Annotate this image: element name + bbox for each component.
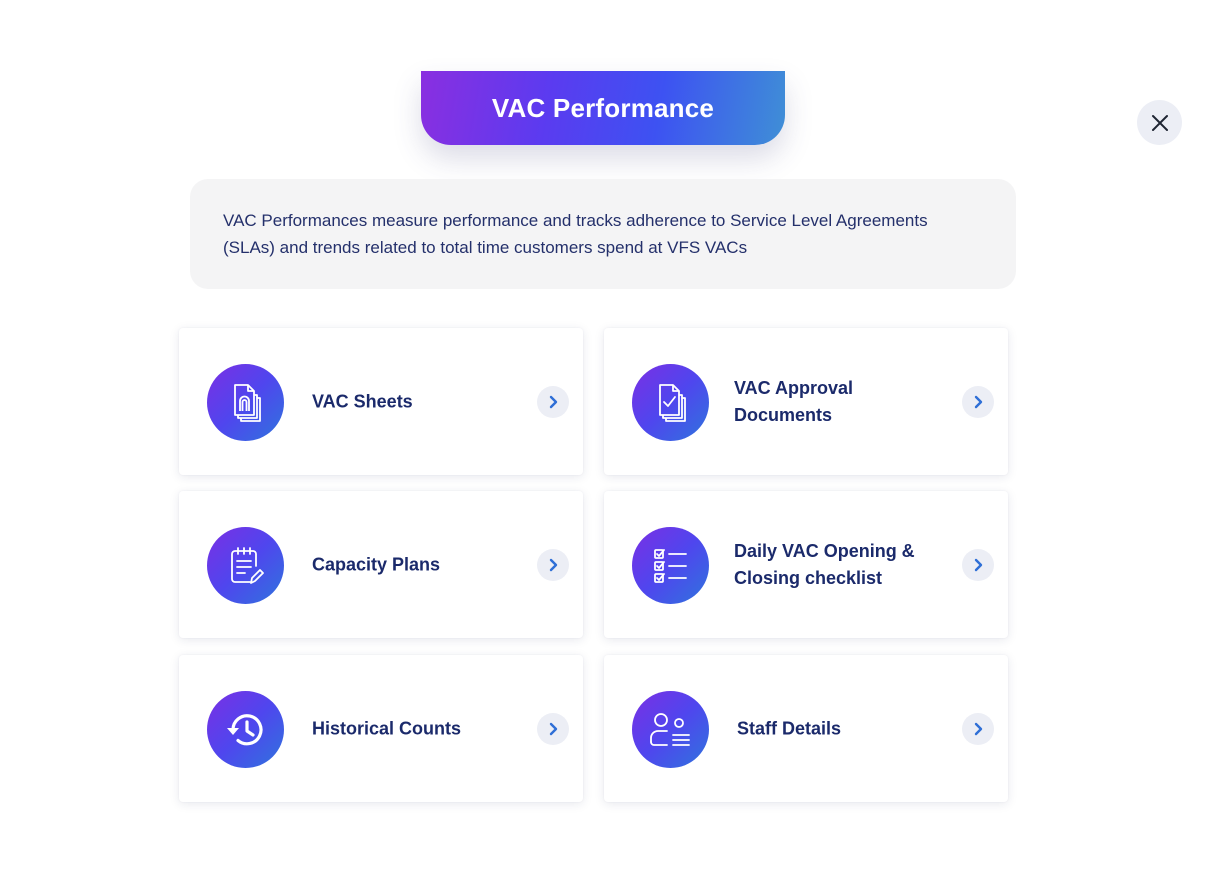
- description-panel: VAC Performances measure performance and…: [190, 179, 1016, 289]
- card-vac-sheets[interactable]: VAC Sheets: [179, 328, 583, 475]
- chevron-right-icon: [974, 558, 983, 572]
- close-button[interactable]: [1137, 100, 1182, 145]
- clipboard-edit-icon: [230, 546, 264, 584]
- chevron-right-icon: [974, 395, 983, 409]
- card-arrow-button[interactable]: [537, 386, 569, 418]
- card-icon-badge: [632, 364, 709, 441]
- staff-list-icon: [649, 712, 690, 746]
- card-arrow-button[interactable]: [537, 713, 569, 745]
- card-vac-approval-documents[interactable]: VAC Approval Documents: [604, 328, 1008, 475]
- document-stack-icon: [233, 383, 261, 422]
- card-label: Historical Counts: [312, 718, 462, 738]
- card-label: Daily VAC Opening & Closing checklist: [734, 540, 915, 588]
- chevron-right-icon: [974, 722, 983, 736]
- description-text: VAC Performances measure performance and…: [223, 211, 928, 257]
- card-arrow-button[interactable]: [962, 549, 994, 581]
- card-label: Capacity Plans: [312, 554, 441, 574]
- chevron-right-icon: [549, 558, 558, 572]
- card-icon-badge: [207, 691, 284, 768]
- history-icon: [226, 713, 263, 745]
- card-label: VAC Approval Documents: [734, 377, 854, 425]
- card-icon-badge: [207, 364, 284, 441]
- card-icon-badge: [632, 691, 709, 768]
- close-icon: [1151, 114, 1168, 131]
- card-capacity-plans[interactable]: Capacity Plans: [179, 491, 583, 638]
- card-arrow-button[interactable]: [962, 713, 994, 745]
- chevron-right-icon: [549, 722, 558, 736]
- card-arrow-button[interactable]: [537, 549, 569, 581]
- approved-document-icon: [658, 383, 686, 422]
- page-title: VAC Performance: [491, 92, 715, 123]
- card-arrow-button[interactable]: [962, 386, 994, 418]
- card-staff-details[interactable]: Staff Details: [604, 655, 1008, 802]
- card-daily-checklist[interactable]: Daily VAC Opening & Closing checklist: [604, 491, 1008, 638]
- page-title-banner: VAC Performance: [421, 71, 785, 145]
- chevron-right-icon: [549, 395, 558, 409]
- card-historical-counts[interactable]: Historical Counts: [179, 655, 583, 802]
- checklist-icon: [653, 548, 687, 583]
- card-label: Staff Details: [737, 718, 842, 738]
- card-icon-badge: [632, 527, 709, 604]
- card-icon-badge: [207, 527, 284, 604]
- card-label: VAC Sheets: [312, 391, 413, 411]
